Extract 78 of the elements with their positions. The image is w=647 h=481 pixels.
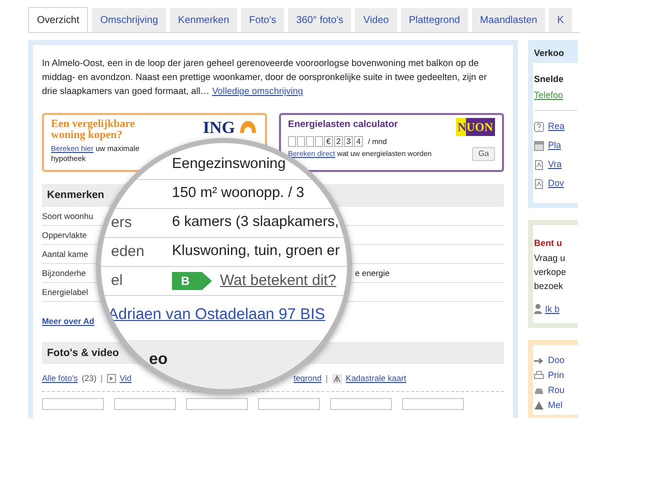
seller-title: Verkoo xyxy=(534,47,564,60)
heading-fragment: eo xyxy=(149,351,168,368)
meter-digit: 4 xyxy=(354,136,363,148)
visit-text: bezoek xyxy=(534,280,564,292)
seller-link[interactable]: Pla xyxy=(548,138,562,152)
visit-text: Vraag u xyxy=(534,252,566,264)
all-photos-link[interactable]: Alle foto's xyxy=(42,372,78,385)
seller-subtitle: Snelde xyxy=(534,73,565,86)
calendar-icon xyxy=(534,140,544,150)
feature-value: Kluswoning, tuin, groen er xyxy=(172,242,340,262)
photo-placeholder[interactable] xyxy=(330,398,392,410)
seller-link[interactable]: Dov xyxy=(548,176,564,190)
energy-label-badge: B xyxy=(172,272,212,290)
feature-label: Energielabel xyxy=(42,286,90,298)
address-link[interactable]: Adriaen van Ostadelaan 97 BIS xyxy=(108,303,326,327)
phone-link[interactable]: Telefoo xyxy=(534,88,564,102)
features-title: Kenmerken xyxy=(47,188,104,203)
photo-placeholder[interactable] xyxy=(402,398,464,410)
visit-text: verkope xyxy=(534,266,568,278)
more-link[interactable]: Meer over Ad xyxy=(42,315,94,328)
document-icon xyxy=(534,178,544,188)
action-link[interactable]: Doo xyxy=(548,354,565,368)
warning-icon xyxy=(534,401,544,410)
tab[interactable]: 360° foto’s xyxy=(288,8,352,32)
ing-logo: ING xyxy=(202,119,235,137)
feature-label: Soort woonhu xyxy=(42,210,94,222)
photo-placeholder[interactable] xyxy=(114,398,176,410)
photo-placeholder[interactable] xyxy=(186,398,248,410)
action-link[interactable]: Mel xyxy=(548,398,563,412)
seller-link[interactable]: Rea xyxy=(548,120,565,134)
feature-label: Bijzonderhe xyxy=(42,266,87,280)
feature-label: el xyxy=(111,272,123,289)
visit-link[interactable]: Ik b xyxy=(545,302,560,316)
tab[interactable]: Kenmerken xyxy=(170,8,238,32)
photo-count: (23) xyxy=(82,372,96,385)
tab[interactable]: K xyxy=(549,8,572,32)
tab[interactable]: Maandlasten xyxy=(472,8,546,32)
separator: | xyxy=(326,372,328,385)
tab[interactable]: Plattegrond xyxy=(400,8,468,32)
energy-ad-title: Energielasten calculator xyxy=(288,118,398,132)
media-title: Foto's & video xyxy=(47,346,119,361)
feature-label: Aantal kame xyxy=(42,248,90,260)
full-description-link[interactable]: Volledige omschrijving xyxy=(212,86,303,96)
car-icon xyxy=(534,386,544,394)
map-icon xyxy=(332,374,342,384)
mortgage-ad-title: Een vergelijkbare woning kopen? xyxy=(51,119,136,141)
energy-info-link[interactable]: Wat betekent dit? xyxy=(220,270,336,292)
play-icon xyxy=(106,374,116,384)
action-link[interactable]: Rou xyxy=(548,384,565,398)
feature-label: eden xyxy=(111,243,144,260)
help-icon xyxy=(534,122,544,132)
go-button[interactable]: Ga xyxy=(472,147,495,162)
visit-title: Bent u xyxy=(534,237,563,250)
nuon-logo: NUON xyxy=(456,118,495,136)
floorplan-link[interactable]: tegrond xyxy=(293,372,322,385)
person-icon xyxy=(534,304,542,314)
tab[interactable]: Video xyxy=(355,8,397,32)
tab[interactable]: Omschrijving xyxy=(92,8,166,32)
feature-value: 6 kamers (3 slaapkamers, xyxy=(172,213,339,232)
printer-icon xyxy=(534,371,544,380)
video-link[interactable]: Vid xyxy=(120,372,132,385)
feature-label: Oppervlakte xyxy=(42,228,88,242)
separator: | xyxy=(100,372,103,385)
tab[interactable]: Foto’s xyxy=(241,8,284,32)
tab[interactable]: Overzicht xyxy=(28,7,88,32)
action-link[interactable]: Prin xyxy=(548,368,564,382)
meter-digit: € xyxy=(324,136,333,148)
feature-value: Eengezinswoning xyxy=(172,155,286,174)
document-icon xyxy=(534,160,544,170)
arrow-icon xyxy=(534,356,544,364)
description-text: In Almelo-Oost, een in de loop der jaren geheel gerenoveerde vooroorlogse bovenwoning met balkon op de middag- en avondzon. Naast een prettige woonkamer, door de oorspronkelijke suite in twee gedeelten, zijn er drie slaapkamers van goed formaat, all… Volledige omschrijving xyxy=(42,57,488,98)
photo-placeholder[interactable] xyxy=(258,398,320,410)
feature-value: 150 m² woonopp. / 3 xyxy=(172,184,304,204)
photo-placeholder[interactable] xyxy=(42,398,104,410)
seller-link[interactable]: Vra xyxy=(548,158,562,172)
feature-value: e energie xyxy=(355,266,390,280)
cadastral-map-link[interactable]: Kadastrale kaart xyxy=(346,372,406,385)
feature-label: ers xyxy=(111,214,132,231)
